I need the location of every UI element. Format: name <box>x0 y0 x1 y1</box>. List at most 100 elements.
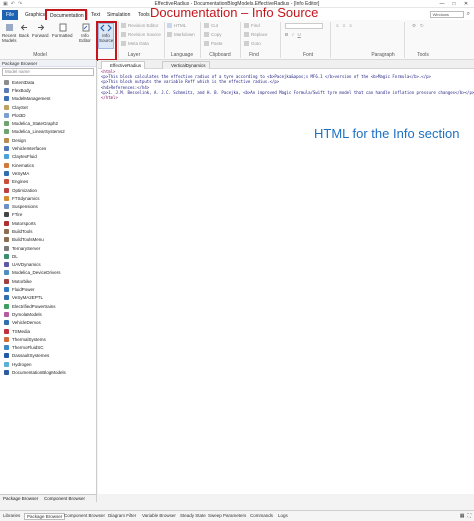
package-item[interactable]: Suspensions <box>0 202 96 210</box>
package-item[interactable]: VeSyMA <box>0 169 96 177</box>
settings-icon[interactable]: ⚙ <box>412 23 416 29</box>
tab-file[interactable]: File <box>2 10 18 20</box>
status-tab-variable-browser[interactable]: Variable Browser <box>142 513 176 518</box>
package-icon <box>4 336 9 342</box>
status-tab-steady-state[interactable]: Steady State <box>180 513 206 518</box>
package-item[interactable]: BuildToolsMenu <box>0 236 96 244</box>
package-item[interactable]: ElectrifiedPowertrains <box>0 302 96 310</box>
package-item[interactable]: FlexBody <box>0 86 96 94</box>
bottom-tab-package-browser[interactable]: Package Browser <box>3 496 38 501</box>
status-right-icons: ▦ ⛶ <box>460 513 471 519</box>
package-item[interactable]: Motorbike <box>0 277 96 285</box>
doc-tab-vertical-dynamics[interactable]: VerticalDynamics <box>162 61 210 69</box>
close-button[interactable]: ✕ <box>460 0 472 8</box>
search-icon[interactable]: ⌕ <box>467 11 470 18</box>
tab-simulation[interactable]: Simulation <box>104 10 133 20</box>
info-editor-button[interactable]: Info Editor <box>76 23 94 43</box>
status-tab-commands[interactable]: Commands <box>250 513 273 518</box>
align-left-button[interactable]: ≡ <box>336 23 339 28</box>
bold-button[interactable]: B <box>285 32 288 37</box>
meta-data-button[interactable]: Meta Data <box>121 41 149 46</box>
package-item[interactable]: TernaryServer <box>0 244 96 252</box>
package-item[interactable]: Hydrogen <box>0 360 96 368</box>
package-icon <box>4 262 9 268</box>
package-item[interactable]: DocumentationBlogModels <box>0 368 96 376</box>
minimize-button[interactable]: — <box>436 0 448 8</box>
back-button[interactable]: Back <box>18 23 30 38</box>
bottom-tab-component-browser[interactable]: Component Browser <box>44 496 85 501</box>
package-item[interactable]: FluidPower <box>0 285 96 293</box>
status-tab-logs[interactable]: Logs <box>278 513 288 518</box>
forward-button[interactable]: Forward <box>32 23 49 38</box>
package-item[interactable]: FTSdynamics <box>0 194 96 202</box>
group-separator <box>280 22 281 58</box>
package-item[interactable]: ClaytexFluid <box>0 153 96 161</box>
layout-icon[interactable]: ▦ <box>460 513 465 519</box>
revision-editor-button[interactable]: Revision Editor <box>121 23 158 28</box>
doc-tab-effective-radius[interactable]: EffectiveRadius <box>101 61 146 69</box>
revision-source-button[interactable]: Revision Source <box>121 32 161 37</box>
package-item[interactable]: Modelica_LinearSystems2 <box>0 128 96 136</box>
package-item[interactable]: VehicleInterfaces <box>0 144 96 152</box>
goto-icon <box>244 41 249 46</box>
package-item[interactable]: VeSyMA2EPTL <box>0 294 96 302</box>
package-item[interactable]: ThermoFluidSC <box>0 344 96 352</box>
recent-models-button[interactable]: Recent Models <box>2 23 17 43</box>
model-search-input[interactable]: Model name <box>2 68 94 76</box>
package-item[interactable]: VehicleDemos <box>0 319 96 327</box>
replace-button[interactable]: Replace <box>244 32 268 37</box>
package-item-label: ModelManagement <box>12 96 51 102</box>
package-item-label: VehicleDemos <box>12 320 41 326</box>
package-item[interactable]: ThermalSystems <box>0 335 96 343</box>
paste-button[interactable]: Paste <box>204 41 223 46</box>
package-item[interactable]: Design <box>0 136 96 144</box>
style-select[interactable]: Windows <box>429 11 464 18</box>
status-tab-diagram-filter[interactable]: Diagram Filter <box>108 513 136 518</box>
markdown-language-button[interactable]: Markdown <box>167 32 195 37</box>
package-item[interactable]: ModelManagement <box>0 95 96 103</box>
package-item[interactable]: DassaultSystemes <box>0 352 96 360</box>
html-language-button[interactable]: HTML <box>167 23 186 28</box>
copy-button[interactable]: Copy <box>204 32 222 37</box>
underline-button[interactable]: U <box>298 32 301 37</box>
fullscreen-icon[interactable]: ⛶ <box>467 513 471 519</box>
package-item[interactable]: Plot3D <box>0 111 96 119</box>
formatted-button[interactable]: Formatted <box>52 23 73 38</box>
package-item[interactable]: ExtentData <box>0 78 96 86</box>
package-item[interactable]: DymolaModels <box>0 310 96 318</box>
package-icon <box>4 112 9 118</box>
package-item[interactable]: Motorsports <box>0 219 96 227</box>
package-item[interactable]: Kinematics <box>0 161 96 169</box>
align-right-button[interactable]: ≡ <box>349 23 352 28</box>
tab-text[interactable]: Text <box>88 10 103 20</box>
status-tab-sweep-parameters[interactable]: Sweep Parameters <box>208 513 246 518</box>
package-item[interactable]: Optimization <box>0 186 96 194</box>
status-tab-libraries[interactable]: Libraries <box>3 513 20 518</box>
align-center-button[interactable]: ≡ <box>343 23 346 28</box>
package-item[interactable]: Modelica_DeviceDrivers <box>0 269 96 277</box>
status-tab-component-browser[interactable]: Component Browser <box>64 513 105 518</box>
cut-button[interactable]: Cut <box>204 23 218 28</box>
package-item[interactable]: ClaySet <box>0 103 96 111</box>
package-item[interactable]: Engines <box>0 178 96 186</box>
package-icon <box>4 204 9 210</box>
package-item[interactable]: UAVDynamics <box>0 261 96 269</box>
scissors-icon <box>204 23 209 28</box>
refresh-icon[interactable]: ↻ <box>420 23 424 29</box>
goto-button[interactable]: Goto <box>244 41 261 46</box>
package-item[interactable]: FTire <box>0 211 96 219</box>
italic-button[interactable]: I <box>292 32 293 37</box>
maximize-button[interactable]: □ <box>448 0 460 8</box>
package-item-label: TSMedia <box>12 328 31 334</box>
font-family-select[interactable] <box>285 23 323 29</box>
package-item[interactable]: TSMedia <box>0 327 96 335</box>
find-button[interactable]: Find <box>244 23 260 28</box>
package-item-label: UAVDynamics <box>12 262 41 268</box>
package-icon <box>4 79 9 85</box>
package-item[interactable]: Modelica_StateGraph2 <box>0 119 96 127</box>
package-item[interactable]: DL <box>0 252 96 260</box>
package-item-label: BuildToolsMenu <box>12 237 44 243</box>
status-tab-package-browser[interactable]: Package Browser <box>24 513 66 520</box>
package-item[interactable]: BuildTools <box>0 227 96 235</box>
group-separator <box>200 22 201 58</box>
